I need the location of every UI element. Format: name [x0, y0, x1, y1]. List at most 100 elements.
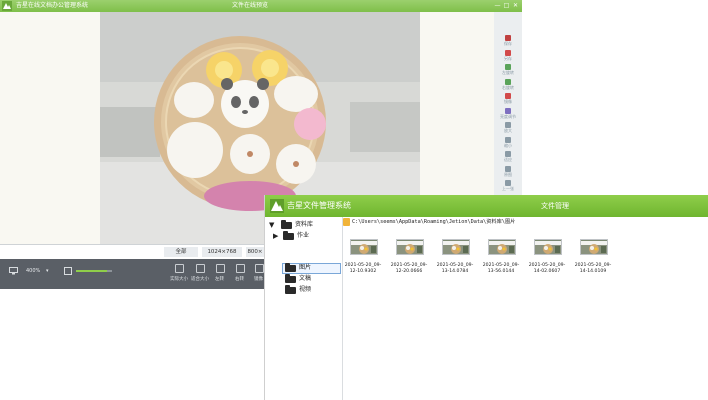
image-thumbnail-icon [581, 241, 607, 254]
viewer-left-pane [0, 12, 100, 244]
app-logo-icon [2, 1, 12, 11]
toolbar-item-label: 右旋转 [502, 84, 514, 90]
file-name: 2021-05-20_09- 14-02.0607 [524, 263, 570, 275]
file-thumbnail[interactable] [442, 239, 470, 255]
toolbar-item-save[interactable]: 保存 [494, 34, 522, 49]
tree-item-label: 图片 [299, 264, 312, 271]
toolbar-item-previous[interactable]: 上一张 [494, 179, 522, 194]
folder-icon [285, 263, 296, 272]
fullscreen-icon[interactable] [64, 267, 72, 275]
image-thumbnail-icon [489, 241, 515, 254]
tree-item-label: 视频 [299, 286, 312, 293]
file-name: 2021-05-20_09- 14-14.0109 [570, 263, 616, 275]
fit-size-icon[interactable] [196, 264, 205, 273]
current-path: C:\Users\seems\AppData\Roaming\Jetion\Da… [352, 219, 516, 225]
image-thumbnail-icon [535, 241, 561, 254]
close-button[interactable]: ✕ [512, 2, 519, 9]
toolbar-item-rotate-right[interactable]: 右旋转 [494, 78, 522, 93]
toolbar-item-label: 适应 [504, 157, 512, 162]
toolbar-item-label: 原图 [504, 171, 512, 177]
toolbar-item-label: 放大 [504, 128, 512, 133]
collapsed-arrow-icon[interactable]: ▶ [273, 231, 278, 241]
folder-icon [285, 274, 296, 283]
zoom-slider[interactable] [76, 270, 112, 272]
fit-size-label: 适合大小 [191, 277, 209, 282]
folder-tree: ▼ 资料库 ▶ 作业 图片 文稿 视频 [265, 217, 343, 400]
rotate-right-icon[interactable] [236, 264, 245, 273]
mirror-label: 镜像 [254, 277, 263, 282]
toolbar-item-fit[interactable]: 适应 [494, 150, 522, 165]
viewer-titlebar: 吉星在线文档办公管理系统 文件在线预览 — □ ✕ [0, 0, 522, 12]
viewer-window-title: 文件在线预览 [232, 2, 269, 9]
zoom-slider-fill [76, 270, 107, 272]
tree-item-library[interactable]: ▼ 资料库 [269, 220, 341, 230]
file-thumbnail[interactable] [350, 239, 378, 255]
folder-icon [283, 231, 294, 240]
folder-icon [285, 285, 296, 294]
tree-item-label: 文稿 [299, 275, 312, 282]
viewer-app-title: 吉星在线文档办公管理系统 [16, 2, 89, 9]
file-manager-title: 吉星文件管理系统 [287, 201, 351, 210]
file-name: 2021-05-20_09- 13-56.0144 [478, 263, 524, 275]
size-1024-button[interactable]: 1024×768 [202, 247, 242, 257]
toolbar-item-original-size[interactable]: 原图 [494, 165, 522, 180]
tree-item-documents[interactable]: 文稿 [283, 274, 339, 284]
file-name-line2: 14-02.0607 [533, 269, 561, 274]
rotate-left-label: 左转 [215, 277, 224, 282]
maximize-button[interactable]: □ [503, 2, 510, 9]
file-name-line2: 13-14.0784 [441, 269, 469, 274]
file-manager-window: 吉星文件管理系统 文件管理 ▼ 资料库 ▶ 作业 图片 文稿 视频 C:\Use… [264, 195, 708, 400]
tree-item-videos[interactable]: 视频 [283, 285, 339, 295]
file-list-pane: C:\Users\seems\AppData\Roaming\Jetion\Da… [343, 217, 708, 400]
folder-path-icon [343, 218, 350, 226]
file-name: 2021-05-20_09- 12-10.9302 [340, 263, 386, 275]
zoom-dropdown-icon[interactable]: ▾ [46, 268, 49, 274]
toolbar-item-rotate-left[interactable]: 左旋转 [494, 63, 522, 78]
toolbar-item-label: 上一张 [502, 186, 514, 191]
file-manager-center-title: 文件管理 [541, 202, 569, 210]
toolbar-item-save-as[interactable]: 另存 [494, 49, 522, 64]
file-manager-titlebar: 吉星文件管理系统 文件管理 [265, 195, 708, 217]
toolbar-item-label: 亮度调节 [500, 113, 516, 119]
rotate-right-label: 右转 [235, 277, 244, 282]
tree-item-label: 资料库 [295, 221, 314, 228]
mirror-icon[interactable] [255, 264, 264, 273]
file-name-line2: 12-20.0666 [395, 269, 423, 274]
image-thumbnail-icon [443, 241, 469, 254]
rotate-left-icon[interactable] [216, 264, 225, 273]
app-logo-icon [270, 199, 284, 213]
size-800-button[interactable]: 800× [246, 247, 264, 257]
file-name-line2: 13-56.0144 [487, 269, 515, 274]
toolbar-item-zoom-in[interactable]: 放大 [494, 121, 522, 136]
toolbar-item-label: 缩小 [504, 142, 512, 148]
toolbar-item-label: 镜像 [504, 99, 512, 104]
actual-size-label: 实际大小 [170, 277, 188, 282]
size-all-button[interactable]: 全部 [164, 247, 198, 257]
toolbar-item-brightness[interactable]: 亮度调节 [494, 107, 522, 122]
expanded-arrow-icon[interactable]: ▼ [269, 220, 274, 230]
zoom-value: 400% [26, 268, 41, 274]
tree-item-pictures[interactable]: 图片 [283, 263, 339, 273]
folder-icon [281, 220, 292, 229]
file-name-line2: 14-14.0109 [579, 269, 607, 274]
tree-item-label: 作业 [297, 232, 310, 239]
actual-size-icon[interactable] [175, 264, 184, 273]
image-thumbnail-icon [351, 241, 377, 254]
viewer-bottom-area [0, 289, 264, 400]
tree-item-homework[interactable]: ▶ 作业 [273, 231, 341, 241]
image-thumbnail-icon [397, 241, 423, 254]
file-name: 2021-05-20_09- 12-20.0666 [386, 263, 432, 275]
file-thumbnail[interactable] [534, 239, 562, 255]
toolbar-item-label: 左旋转 [502, 70, 514, 75]
toolbar-item-zoom-out[interactable]: 缩小 [494, 136, 522, 151]
toolbar-item-label: 保存 [504, 41, 512, 46]
monitor-icon [9, 267, 18, 275]
minimize-button[interactable]: — [494, 2, 501, 9]
file-name: 2021-05-20_09- 13-14.0784 [432, 263, 478, 275]
toolbar-item-mirror[interactable]: 镜像 [494, 92, 522, 107]
file-thumbnail[interactable] [488, 239, 516, 255]
file-thumbnail[interactable] [580, 239, 608, 255]
file-name-line2: 12-10.9302 [349, 269, 377, 274]
file-thumbnail[interactable] [396, 239, 424, 255]
toolbar-item-label: 另存 [504, 55, 512, 61]
